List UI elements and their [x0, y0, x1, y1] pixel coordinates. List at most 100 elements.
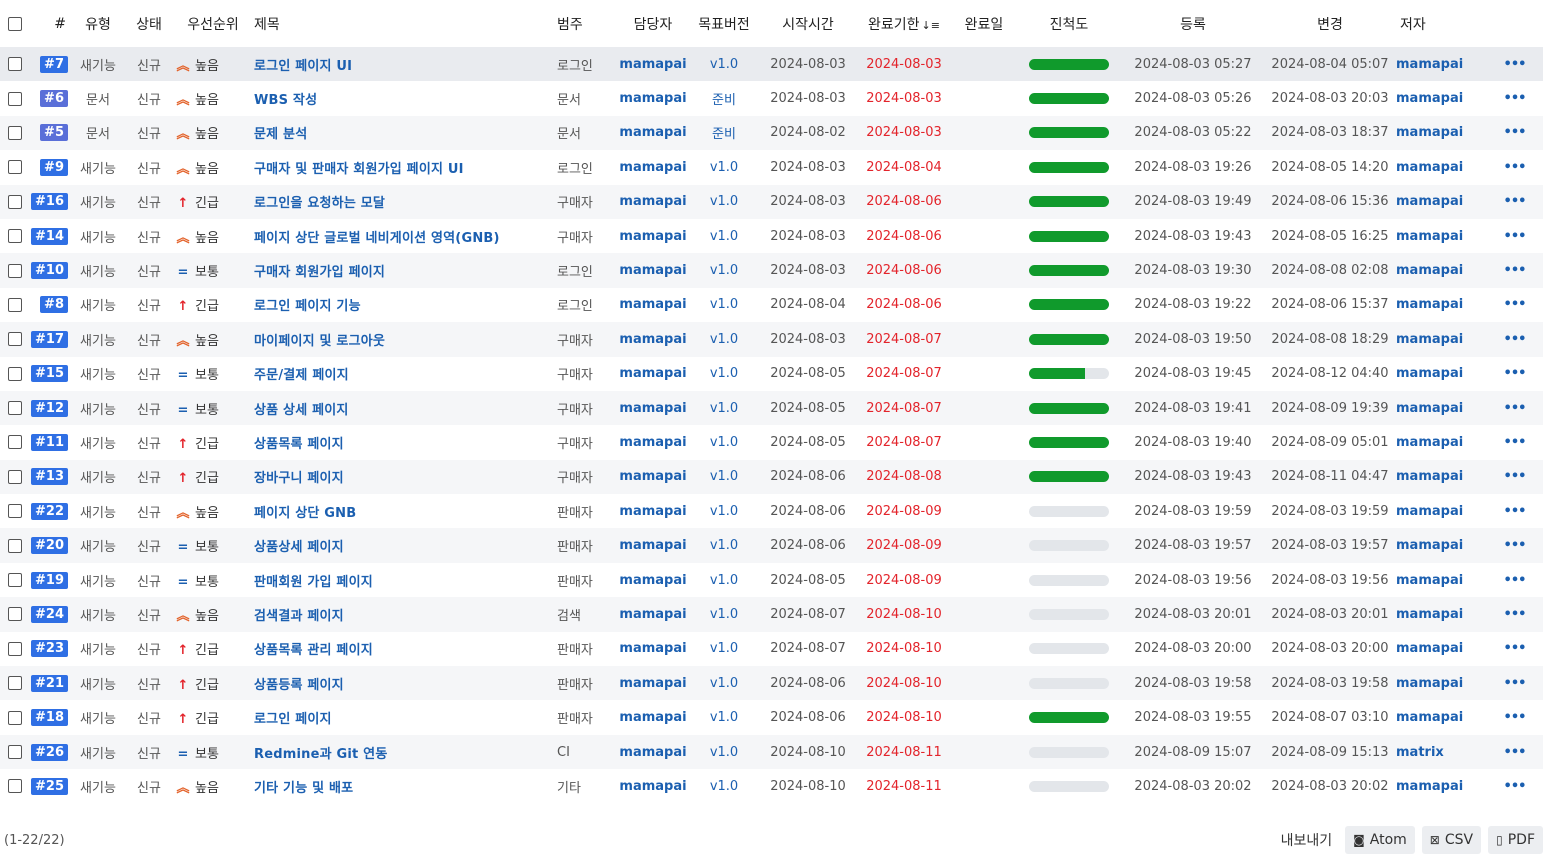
issue-version-link[interactable]: v1.0	[688, 425, 760, 459]
issue-author-link[interactable]: mamapai	[1396, 494, 1486, 528]
issue-assignee-link[interactable]: mamapai	[618, 666, 688, 701]
export-pdf-button[interactable]: ▯ PDF	[1488, 826, 1543, 854]
col-type[interactable]: 유형	[72, 0, 124, 47]
issue-title-link[interactable]: 구매자 회원가입 페이지	[254, 265, 385, 280]
issue-id-link[interactable]: #6	[40, 90, 68, 108]
row-actions[interactable]: •••	[1486, 357, 1543, 391]
row-actions[interactable]: •••	[1486, 47, 1543, 82]
issue-title-link[interactable]: 기타 기능 및 배포	[254, 781, 353, 796]
issue-version-link[interactable]: v1.0	[688, 563, 760, 597]
issue-id-link[interactable]: #12	[31, 399, 68, 417]
issue-version-link[interactable]: v1.0	[688, 219, 760, 253]
issue-title-link[interactable]: 페이지 상단 글로벌 네비게이션 영역(GNB)	[254, 231, 500, 246]
issue-version-link[interactable]: v1.0	[688, 184, 760, 219]
issue-author-link[interactable]: mamapai	[1396, 632, 1486, 666]
more-actions-icon[interactable]: •••	[1504, 125, 1527, 140]
issue-author-link[interactable]: mamapai	[1396, 81, 1486, 115]
row-checkbox[interactable]	[0, 734, 30, 770]
issue-author-link[interactable]: mamapai	[1396, 219, 1486, 253]
table-row[interactable]: #10 새기능 신규 = 보통 구매자 회원가입 페이지 로그인 mamapai v1.0 202…	[0, 253, 1543, 288]
issue-id-link[interactable]: #17	[31, 330, 68, 348]
row-actions[interactable]: •••	[1486, 700, 1543, 734]
row-checkbox[interactable]	[0, 47, 30, 82]
issue-author-link[interactable]: mamapai	[1396, 700, 1486, 734]
row-actions[interactable]: •••	[1486, 81, 1543, 115]
col-done[interactable]: 완료일	[952, 0, 1016, 47]
issue-assignee-link[interactable]: mamapai	[618, 459, 688, 495]
col-progress[interactable]: 진척도	[1016, 0, 1122, 47]
issue-assignee-link[interactable]: mamapai	[618, 47, 688, 82]
issue-id-link[interactable]: #10	[31, 262, 68, 280]
issue-title-link[interactable]: WBS 작성	[254, 93, 317, 108]
issue-id-link[interactable]: #25	[31, 777, 68, 795]
row-checkbox[interactable]	[0, 357, 30, 391]
more-actions-icon[interactable]: •••	[1504, 229, 1527, 244]
select-all-checkbox[interactable]	[0, 0, 30, 47]
row-actions[interactable]: •••	[1486, 150, 1543, 184]
row-actions[interactable]: •••	[1486, 288, 1543, 322]
table-row[interactable]: #11 새기능 신규 ↑ 긴급 상품목록 페이지 구매자 mamapai v1.0 2024-08…	[0, 425, 1543, 459]
row-checkbox[interactable]	[0, 666, 30, 701]
row-checkbox[interactable]	[0, 288, 30, 322]
issue-version-link[interactable]: v1.0	[688, 150, 760, 184]
issue-version-link[interactable]: v1.0	[688, 459, 760, 495]
row-checkbox[interactable]	[0, 150, 30, 184]
row-checkbox[interactable]	[0, 700, 30, 734]
issue-assignee-link[interactable]: mamapai	[618, 219, 688, 253]
row-actions[interactable]: •••	[1486, 666, 1543, 701]
table-row[interactable]: #23 새기능 신규 ↑ 긴급 상품목록 관리 페이지 판매자 mamapai v1.0 2024…	[0, 632, 1543, 666]
more-actions-icon[interactable]: •••	[1504, 366, 1527, 381]
col-version[interactable]: 목표버전	[688, 0, 760, 47]
issue-id-link[interactable]: #21	[31, 674, 68, 692]
row-actions[interactable]: •••	[1486, 528, 1543, 563]
row-actions[interactable]: •••	[1486, 563, 1543, 597]
issue-id-link[interactable]: #16	[31, 193, 68, 211]
issue-assignee-link[interactable]: mamapai	[618, 769, 688, 803]
issue-version-link[interactable]: v1.0	[688, 357, 760, 391]
row-checkbox[interactable]	[0, 528, 30, 563]
row-checkbox[interactable]	[0, 219, 30, 253]
row-actions[interactable]: •••	[1486, 632, 1543, 666]
issue-author-link[interactable]: mamapai	[1396, 459, 1486, 495]
issue-title-link[interactable]: 페이지 상단 GNB	[254, 506, 356, 521]
issue-assignee-link[interactable]: mamapai	[618, 322, 688, 357]
row-actions[interactable]: •••	[1486, 115, 1543, 151]
issue-assignee-link[interactable]: mamapai	[618, 597, 688, 632]
issue-id-link[interactable]: #8	[40, 296, 68, 314]
col-status[interactable]: 상태	[124, 0, 174, 47]
issue-title-link[interactable]: 로그인 페이지 기능	[254, 299, 361, 314]
col-category[interactable]: 범주	[554, 0, 618, 47]
issue-author-link[interactable]: mamapai	[1396, 769, 1486, 803]
more-actions-icon[interactable]: •••	[1504, 401, 1527, 416]
row-actions[interactable]: •••	[1486, 769, 1543, 803]
table-row[interactable]: #16 새기능 신규 ↑ 긴급 로그인을 요청하는 모달 구매자 mamapai v1.0 202…	[0, 184, 1543, 219]
table-row[interactable]: #17 새기능 신규 ︽ 높음 마이페이지 및 로그아웃 구매자 mamapai v1.0 202…	[0, 322, 1543, 357]
issue-assignee-link[interactable]: mamapai	[618, 390, 688, 426]
issue-title-link[interactable]: 판매회원 가입 페이지	[254, 575, 373, 590]
row-checkbox[interactable]	[0, 115, 30, 151]
col-assignee[interactable]: 담당자	[618, 0, 688, 47]
issue-assignee-link[interactable]: mamapai	[618, 184, 688, 219]
issue-id-link[interactable]: #11	[31, 433, 68, 451]
table-row[interactable]: #12 새기능 신규 = 보통 상품 상세 페이지 구매자 mamapai v1.0 2024-0…	[0, 390, 1543, 426]
more-actions-icon[interactable]: •••	[1504, 57, 1527, 72]
issue-version-link[interactable]: v1.0	[688, 528, 760, 563]
row-actions[interactable]: •••	[1486, 734, 1543, 770]
table-row[interactable]: #24 새기능 신규 ︽ 높음 검색결과 페이지 검색 mamapai v1.0 2024-08-…	[0, 597, 1543, 632]
issue-version-link[interactable]: v1.0	[688, 322, 760, 357]
col-id[interactable]: #	[30, 0, 72, 47]
issue-title-link[interactable]: 구매자 및 판매자 회원가입 페이지 UI	[254, 162, 464, 177]
row-checkbox[interactable]	[0, 184, 30, 219]
more-actions-icon[interactable]: •••	[1504, 332, 1527, 347]
issue-version-link[interactable]: v1.0	[688, 632, 760, 666]
table-row[interactable]: #15 새기능 신규 = 보통 주문/결제 페이지 구매자 mamapai v1.0 2024-0…	[0, 357, 1543, 391]
issue-version-link[interactable]: 준비	[688, 115, 760, 151]
issue-id-link[interactable]: #24	[31, 605, 68, 623]
row-checkbox[interactable]	[0, 494, 30, 528]
issue-id-link[interactable]: #22	[31, 502, 68, 520]
issue-id-link[interactable]: #7	[40, 55, 68, 73]
table-row[interactable]: #13 새기능 신규 ↑ 긴급 장바구니 페이지 구매자 mamapai v1.0 2024-08…	[0, 459, 1543, 495]
more-actions-icon[interactable]: •••	[1504, 263, 1527, 278]
issue-version-link[interactable]: v1.0	[688, 734, 760, 770]
row-checkbox[interactable]	[0, 390, 30, 426]
